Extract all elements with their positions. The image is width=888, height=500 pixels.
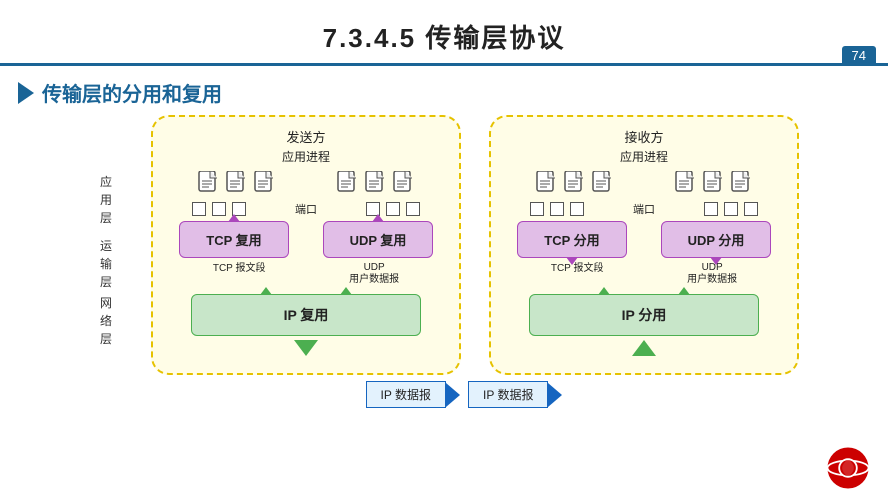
right-seg-labels: TCP 报文段 UDP用户数据报 [505, 262, 783, 286]
right-tcp-port-2 [550, 202, 564, 216]
left-port-label: 端口 [295, 201, 317, 217]
right-up-arrow-icon [632, 340, 656, 356]
right-udp-box: UDP 分用 [661, 221, 771, 258]
right-ip-box: IP 分用 [529, 294, 759, 336]
left-ip-row: IP 复用 [167, 294, 445, 336]
left-udp-seg: UDP用户数据报 [349, 262, 399, 286]
network-layer-label: 网 络 层 [89, 295, 123, 347]
doc-icon-2 [225, 171, 249, 199]
app-layer-label: 应 用 层 [89, 171, 123, 233]
right-ip-data-label: IP 数据报 [468, 381, 548, 408]
right-tcp-seg: TCP 报文段 [551, 262, 604, 286]
left-ip-data-label: IP 数据报 [366, 381, 446, 408]
right-tcp-port-1 [530, 202, 544, 216]
left-tcp-port-1 [192, 202, 206, 216]
section-arrow-icon [18, 82, 34, 104]
doc-icon-5 [364, 171, 388, 199]
right-doc-group-1 [535, 171, 615, 199]
left-title: 发送方 [167, 127, 445, 146]
left-udp-box: UDP 复用 [323, 221, 433, 258]
left-diagram: 发送方 应用进程 [151, 115, 461, 375]
left-ip-data-arrow-icon [446, 383, 460, 407]
left-ip-data: IP 数据报 [366, 381, 460, 408]
doc-icon-12 [730, 171, 754, 199]
right-arrow-up [505, 340, 783, 356]
left-udp-port-2 [386, 202, 400, 216]
right-subtitle: 应用进程 [505, 148, 783, 165]
right-udp-port-2 [724, 202, 738, 216]
doc-icon-4 [336, 171, 360, 199]
header: 7.3.4.5 传输层协议 74 [0, 0, 888, 66]
left-seg-labels: TCP 报文段 UDP用户数据报 [167, 262, 445, 286]
section-title: 传输层的分用和复用 [18, 78, 888, 107]
left-udp-port-3 [406, 202, 420, 216]
doc-icon-7 [535, 171, 559, 199]
left-down-arrow-icon [294, 340, 318, 356]
left-ip-box: IP 复用 [191, 294, 421, 336]
right-ip-data-arrow-icon [548, 383, 562, 407]
left-proto-row: TCP 复用 UDP 复用 [167, 221, 445, 258]
left-subtitle: 应用进程 [167, 148, 445, 165]
page-title: 7.3.4.5 传输层协议 [0, 18, 888, 55]
left-doc-group-2 [336, 171, 416, 199]
left-tcp-box: TCP 复用 [179, 221, 289, 258]
doc-icon-11 [702, 171, 726, 199]
right-diagram: 接收方 应用进程 [489, 115, 799, 375]
transport-layer-label: 运 输 层 [89, 233, 123, 295]
doc-icon-10 [674, 171, 698, 199]
right-port-label: 端口 [633, 201, 655, 217]
right-ip-data: IP 数据报 [468, 381, 562, 408]
doc-icon-8 [563, 171, 587, 199]
layer-labels: 应 用 层 运 输 层 网 络 层 [89, 115, 123, 347]
left-tcp-seg: TCP 报文段 [213, 262, 266, 286]
right-ip-row: IP 分用 [505, 294, 783, 336]
right-udp-port-3 [744, 202, 758, 216]
right-title: 接收方 [505, 127, 783, 146]
left-doc-group-1 [197, 171, 277, 199]
right-doc-group-2 [674, 171, 754, 199]
right-docs-row [505, 171, 783, 199]
page-number: 74 [842, 46, 876, 65]
brand-logo [826, 446, 870, 490]
left-tcp-port-2 [212, 202, 226, 216]
left-arrow-down [167, 340, 445, 356]
right-tcp-port-3 [570, 202, 584, 216]
doc-icon-6 [392, 171, 416, 199]
doc-icon-3 [253, 171, 277, 199]
doc-icon-1 [197, 171, 221, 199]
right-udp-seg: UDP用户数据报 [687, 262, 737, 286]
ip-data-row: IP 数据报 IP 数据报 [40, 381, 888, 408]
left-docs-row [167, 171, 445, 199]
right-proto-row: TCP 分用 UDP 分用 [505, 221, 783, 258]
doc-icon-9 [591, 171, 615, 199]
main-content: 应 用 层 运 输 层 网 络 层 发送方 应用进程 [0, 115, 888, 375]
right-tcp-box: TCP 分用 [517, 221, 627, 258]
section-label: 传输层的分用和复用 [42, 78, 222, 107]
right-udp-port-1 [704, 202, 718, 216]
